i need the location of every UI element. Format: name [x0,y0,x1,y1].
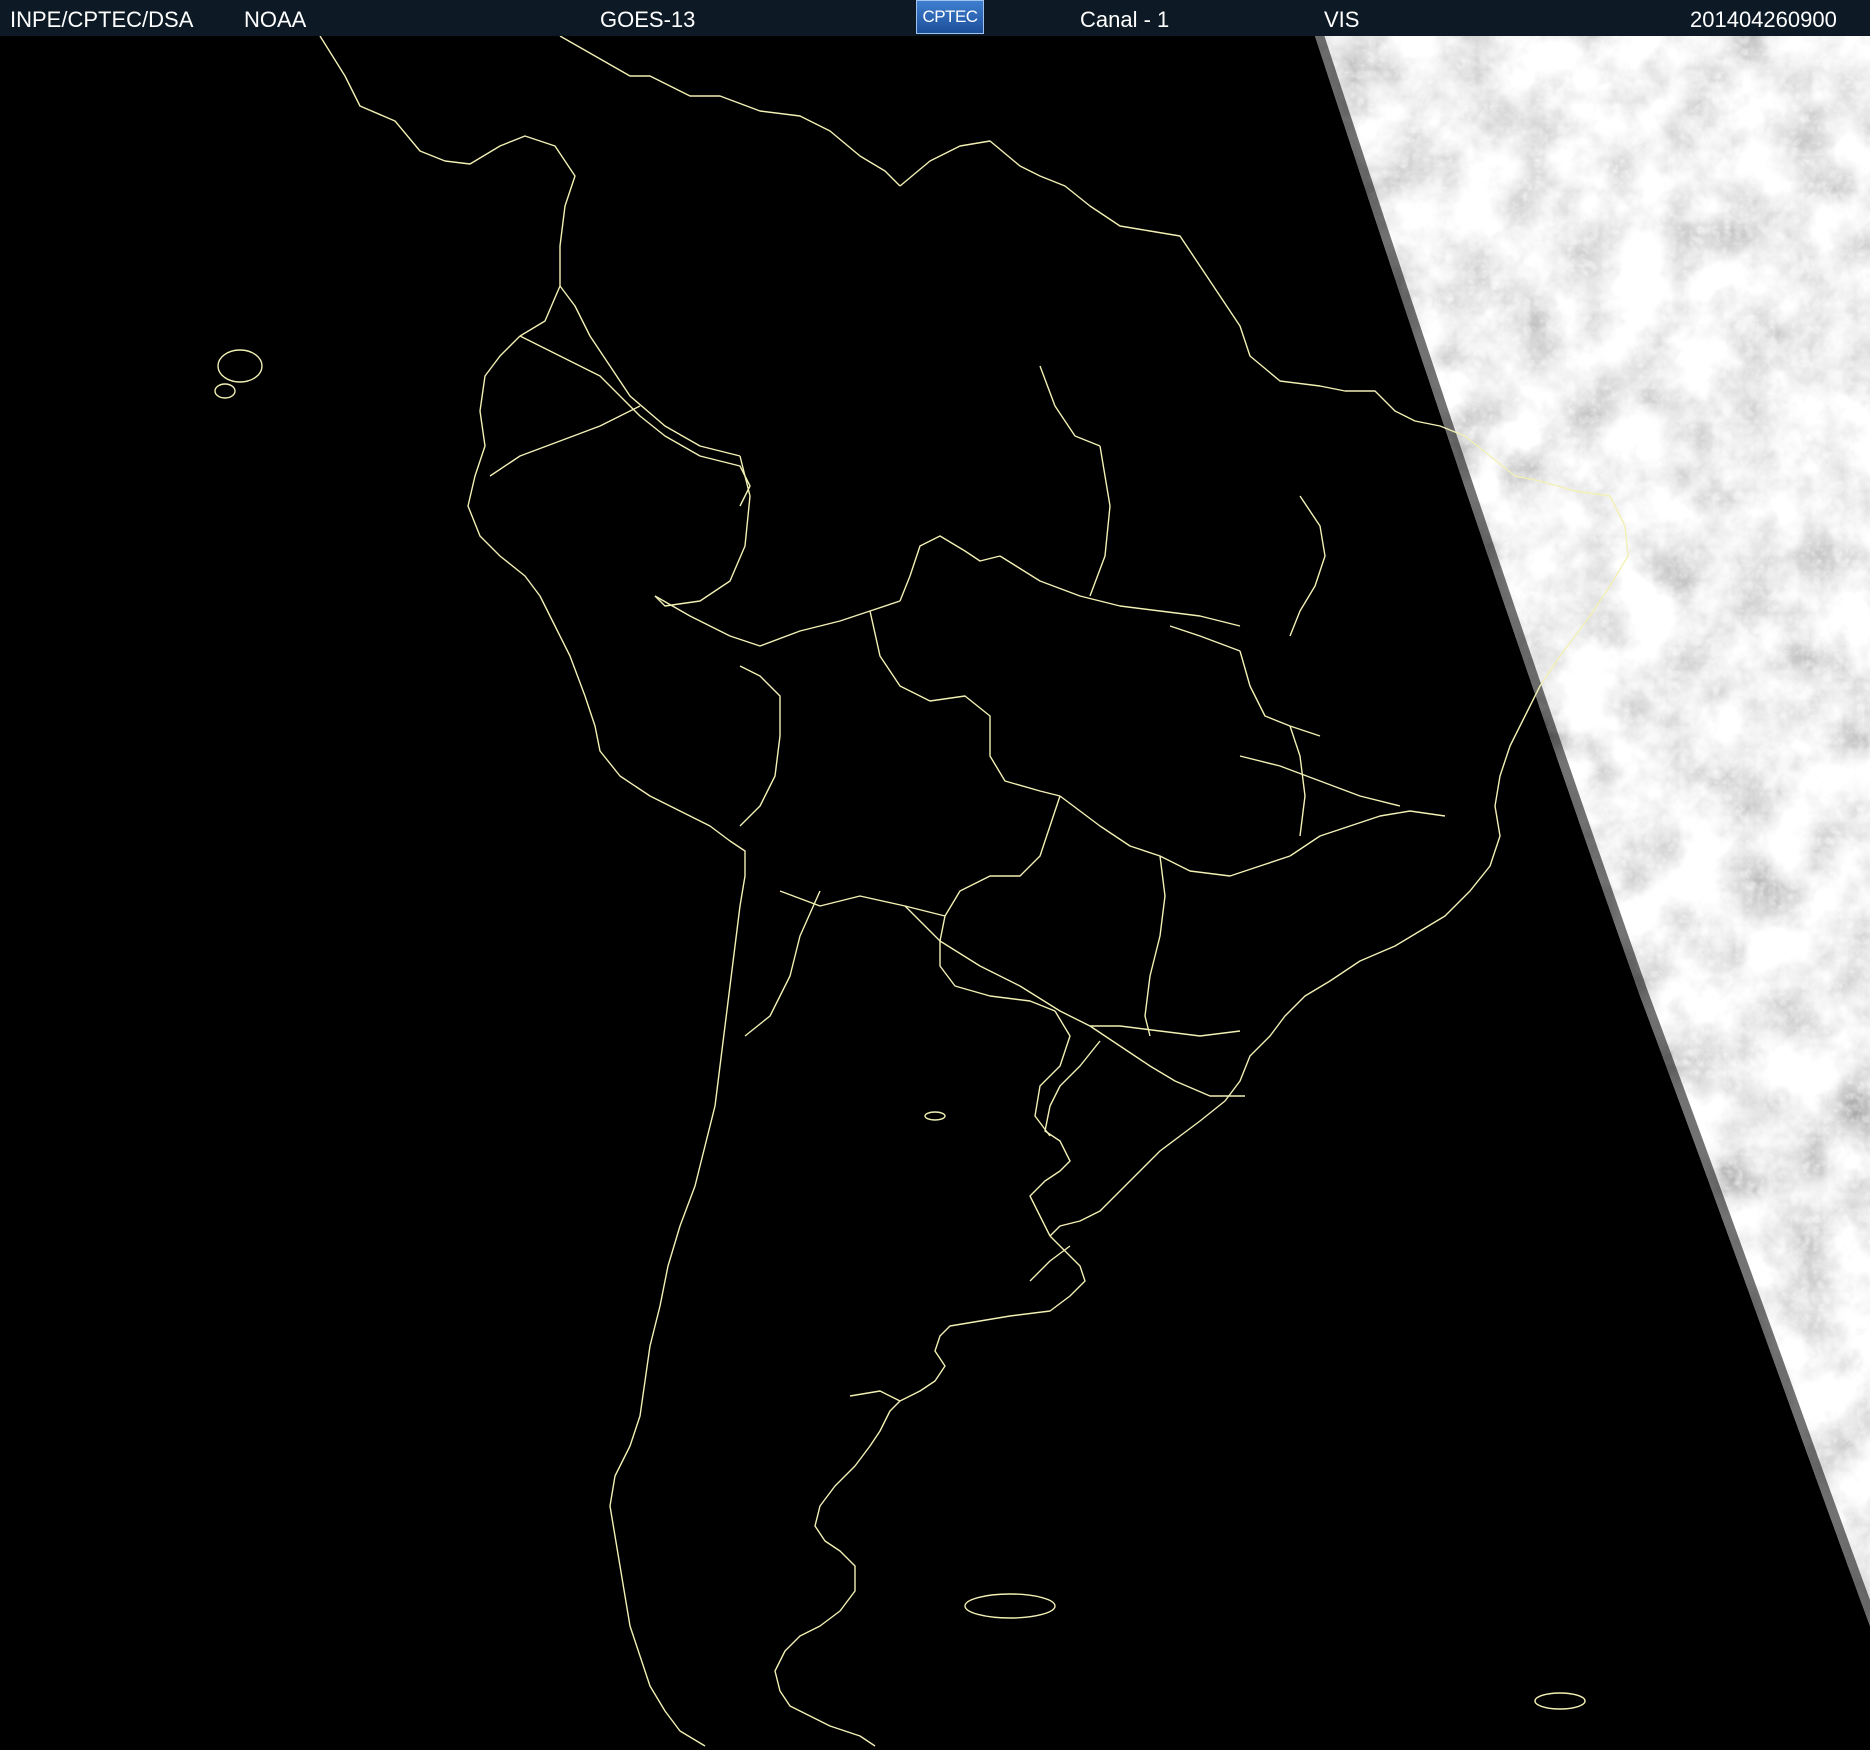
cptec-logo: CPTEC [916,0,984,34]
timestamp-label: 201404260900 [1690,7,1837,32]
band-label: VIS [1324,7,1360,32]
logo-text: CPTEC [922,7,978,26]
header-bar: INPE/CPTEC/DSA NOAA GOES-13 CPTEC Canal … [0,0,1870,36]
channel-label: Canal - 1 [1080,7,1170,32]
org-label: INPE/CPTEC/DSA [10,7,194,32]
agency-label: NOAA [244,7,307,32]
satellite-label: GOES-13 [600,7,696,32]
satellite-map [0,36,1870,1750]
